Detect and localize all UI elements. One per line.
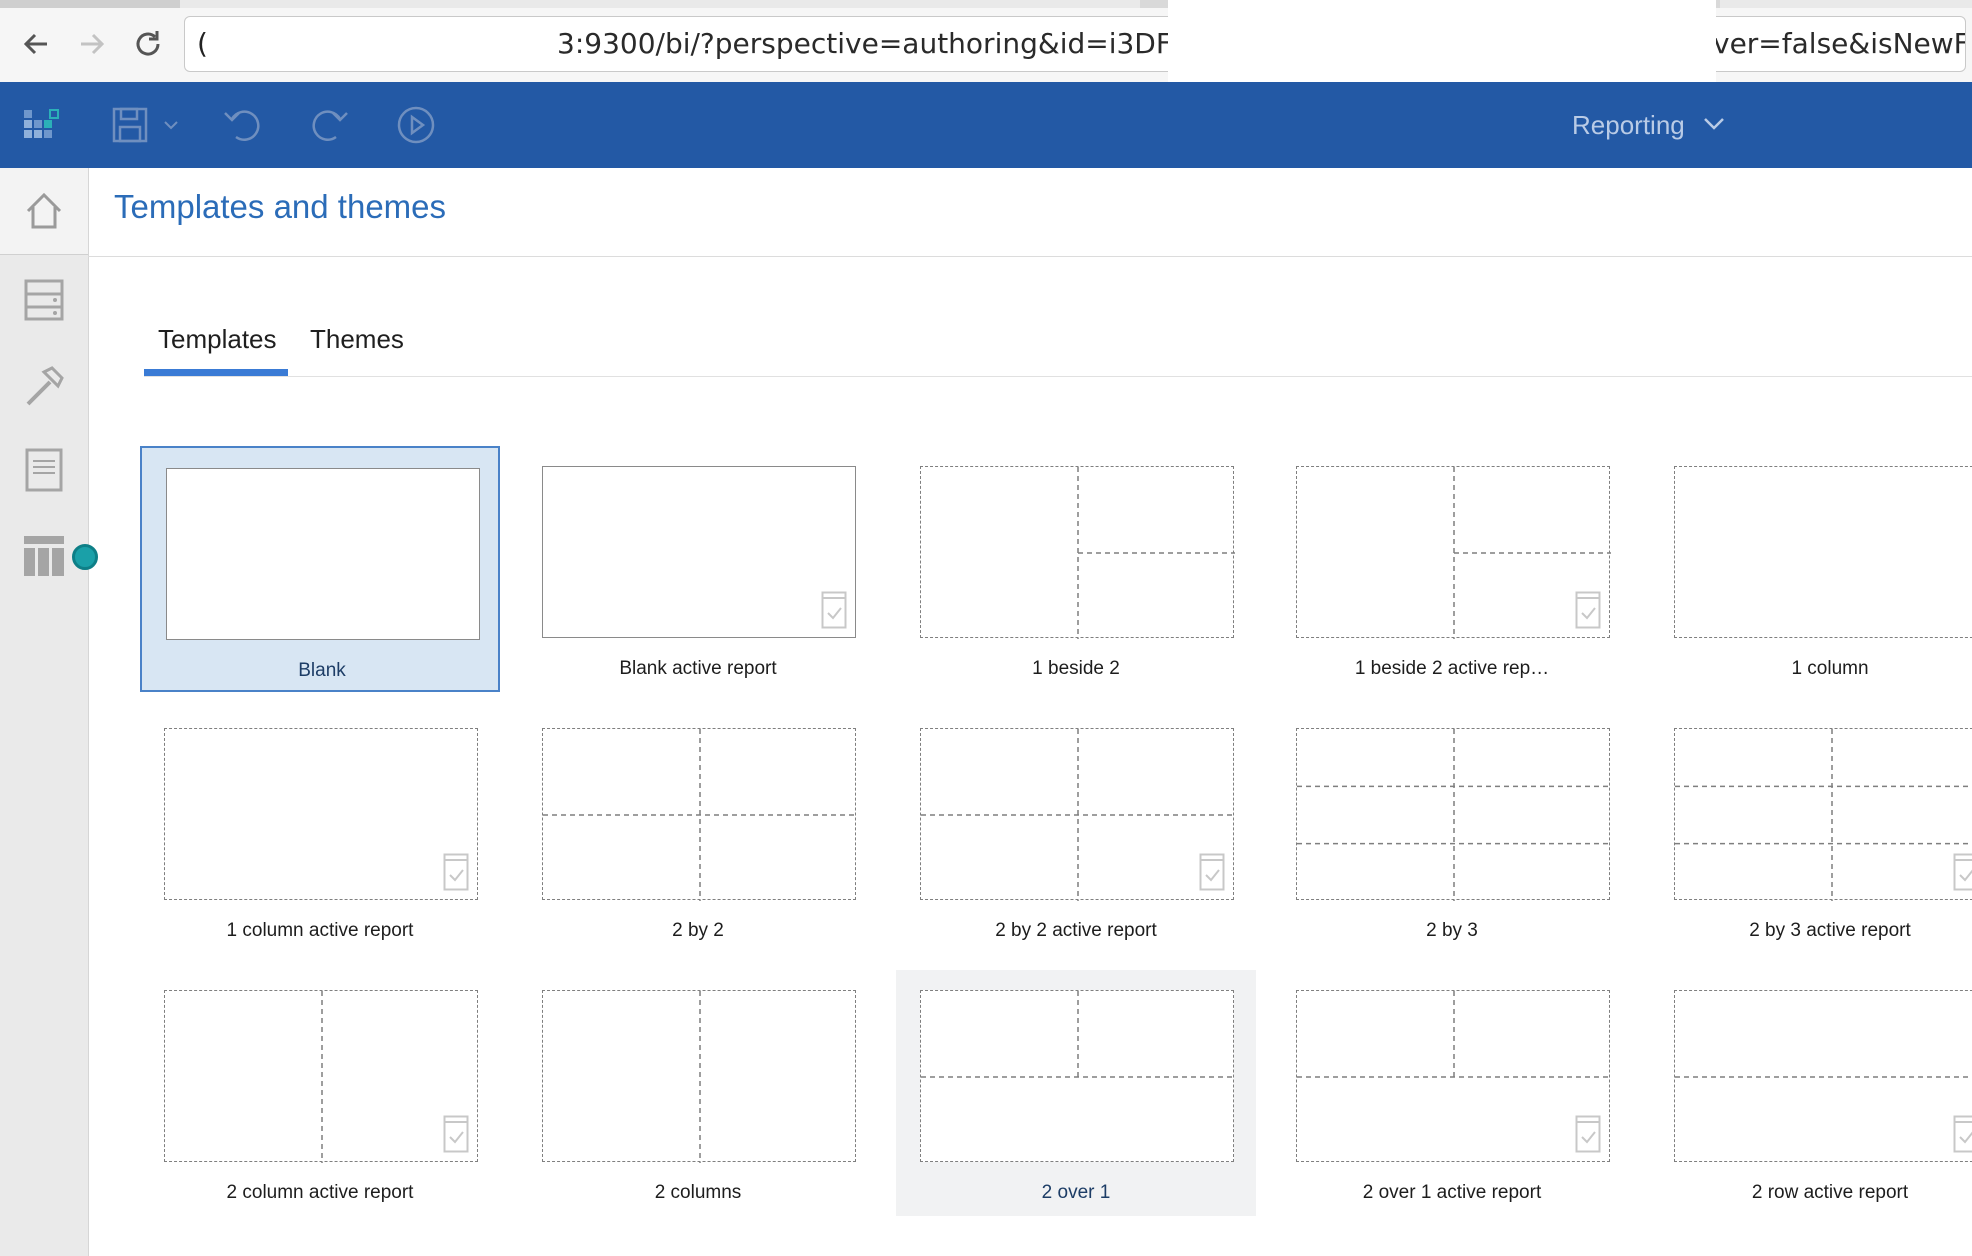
layout-lines [321, 991, 323, 1163]
template-tile[interactable]: 1 beside 2 active rep… [1272, 446, 1632, 692]
template-thumbnail [542, 728, 857, 901]
template-tile[interactable]: 1 column active report [140, 708, 500, 954]
template-tile[interactable]: 1 column [1650, 446, 1972, 692]
layout-lines [167, 469, 481, 641]
template-tile[interactable]: 2 over 1 active report [1272, 970, 1632, 1216]
template-tile[interactable]: 2 column active report [140, 970, 500, 1216]
layout-lines [1297, 991, 1611, 1078]
active-report-icon [1953, 1115, 1972, 1153]
template-label: 2 column active report [226, 1182, 414, 1203]
notification-dot [72, 544, 98, 570]
template-label: 2 by 3 [1426, 920, 1478, 941]
template-tile[interactable]: 1 beside 2 [896, 446, 1256, 692]
url-tail: ver=false&isNewFrom [1713, 27, 1966, 60]
data-source-icon[interactable] [18, 274, 70, 326]
template-tile[interactable]: 2 by 2 active report [896, 708, 1256, 954]
template-label: 1 beside 2 [1032, 658, 1120, 679]
active-report-icon [1199, 853, 1225, 891]
forward-icon[interactable] [70, 22, 114, 66]
active-report-icon [1575, 591, 1601, 629]
layout-lines [1675, 1076, 1972, 1078]
layout-lines [165, 729, 479, 901]
template-tile[interactable]: 2 by 3 active report [1650, 708, 1972, 954]
url-prefix: ( [197, 27, 208, 60]
template-thumbnail [164, 728, 478, 900]
back-icon[interactable] [14, 22, 58, 66]
template-label: 2 over 1 active report [1362, 1182, 1542, 1203]
template-thumbnail [1674, 990, 1972, 1162]
pages-icon[interactable] [18, 444, 70, 496]
run-icon[interactable] [394, 102, 438, 148]
templates-icon[interactable] [18, 530, 70, 582]
layout-lines [543, 729, 857, 901]
layout-lines [543, 467, 857, 639]
template-tile[interactable]: 2 over 1 [896, 970, 1256, 1216]
active-tab-indicator [144, 369, 288, 376]
template-label: 1 column active report [226, 920, 414, 941]
template-tile[interactable]: Blank [140, 446, 500, 692]
active-report-icon [821, 591, 847, 629]
layout-lines [699, 991, 701, 1163]
perspective-switcher-label[interactable]: Reporting [1572, 82, 1685, 168]
save-icon[interactable] [110, 102, 150, 148]
template-thumbnail [542, 466, 856, 638]
layout-lines [1675, 729, 1972, 901]
active-report-icon [443, 1115, 469, 1153]
template-thumbnail [1296, 990, 1611, 1162]
save-menu-chevron-icon[interactable] [160, 102, 182, 148]
toolbox-hammer-icon[interactable] [18, 360, 70, 412]
template-thumbnail [920, 728, 1235, 901]
redo-icon[interactable] [306, 102, 352, 148]
perspective-chevron-down-icon[interactable] [1702, 115, 1726, 136]
template-tile[interactable]: 2 row active report [1650, 970, 1972, 1216]
tab-templates[interactable]: Templates [158, 324, 277, 355]
template-thumbnail [542, 990, 856, 1163]
address-bar-mask [1168, 0, 1716, 82]
undo-icon[interactable] [220, 102, 266, 148]
template-thumbnail [1674, 466, 1972, 638]
active-report-icon [1953, 853, 1972, 891]
template-label: Blank [298, 660, 346, 681]
template-tile[interactable]: 2 by 3 [1272, 708, 1632, 954]
reload-icon[interactable] [126, 22, 170, 66]
template-label: 2 row active report [1751, 1182, 1909, 1203]
template-label: 2 by 3 active report [1749, 920, 1911, 941]
template-label: 1 column [1791, 658, 1869, 679]
template-label: 1 beside 2 active rep… [1354, 658, 1550, 679]
layout-lines [921, 729, 1235, 901]
layout-lines [921, 991, 1235, 1078]
template-tile[interactable]: 2 columns [518, 970, 878, 1216]
title-divider [88, 256, 1972, 257]
active-report-icon [443, 853, 469, 891]
template-thumbnail [920, 466, 1235, 639]
left-rail [0, 168, 89, 1256]
page-title: Templates and themes [114, 188, 447, 225]
template-thumbnail [1296, 466, 1611, 639]
template-thumbnail [920, 990, 1235, 1162]
app-logo-icon[interactable] [20, 102, 66, 148]
layout-lines [1077, 467, 1235, 639]
tab-themes[interactable]: Themes [310, 324, 404, 355]
template-tile[interactable]: Blank active report [518, 446, 878, 692]
home-icon[interactable] [0, 168, 88, 255]
template-label: 2 by 2 [672, 920, 724, 941]
tabs-divider [144, 376, 1972, 377]
template-thumbnail [1674, 728, 1972, 901]
template-label: Blank active report [619, 658, 777, 679]
template-thumbnail [164, 990, 478, 1163]
template-thumbnail [1296, 728, 1611, 901]
layout-lines [1453, 467, 1611, 639]
template-label: 2 by 2 active report [995, 920, 1157, 941]
layout-lines [1297, 729, 1611, 901]
template-tile[interactable]: 2 by 2 [518, 708, 878, 954]
active-report-icon [1575, 1115, 1601, 1153]
template-label: 2 over 1 [1041, 1182, 1111, 1203]
app-header: Reporting [0, 82, 1972, 168]
layout-lines [1675, 467, 1972, 639]
template-label: 2 columns [654, 1182, 742, 1203]
template-thumbnail [166, 468, 480, 640]
